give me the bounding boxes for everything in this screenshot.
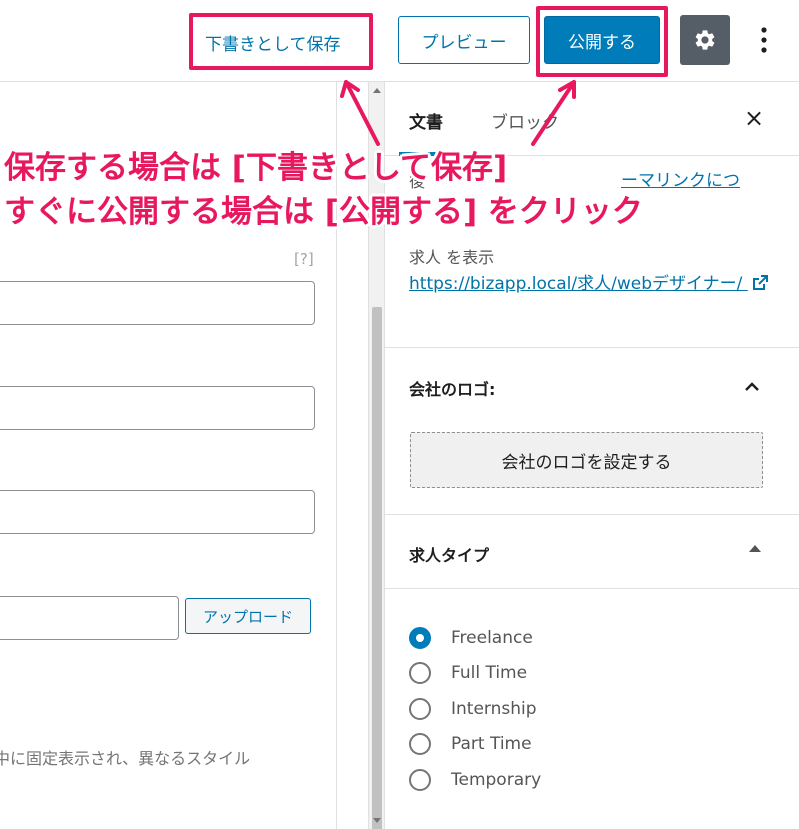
radio-label: Internship (451, 699, 537, 719)
set-company-logo-button[interactable]: 会社のロゴを設定する (410, 432, 763, 488)
permalink-url-text[interactable]: https://bizapp.local/求人/webデザイナー/ (409, 274, 742, 294)
help-mark[interactable]: [?] (294, 250, 314, 268)
close-sidebar-button[interactable]: × (743, 104, 765, 132)
logo-panel-title[interactable]: 会社のロゴ: (409, 376, 495, 400)
more-options-button[interactable] (752, 20, 776, 60)
job-type-panel-title[interactable]: 求人タイプ (409, 542, 489, 566)
job-type-option[interactable]: Full Time (409, 659, 527, 687)
radio-label: Freelance (451, 628, 533, 648)
annotation-text-line1: 保存する場合は [下書きとして保存] (4, 150, 508, 186)
editor-toolbar: 下書きとして保存 プレビュー 公開する (0, 0, 799, 82)
job-type-option[interactable]: Internship (409, 695, 537, 723)
panel-divider (385, 347, 799, 348)
external-link-icon (752, 275, 768, 290)
upload-url-field[interactable] (0, 596, 179, 640)
chevron-up-icon[interactable] (745, 380, 759, 394)
scroll-thumb[interactable] (372, 307, 382, 829)
text-field-1[interactable] (0, 281, 315, 325)
settings-button[interactable] (680, 15, 730, 65)
radio-unchecked[interactable] (409, 769, 431, 791)
collapse-triangle-icon[interactable] (749, 545, 761, 552)
job-type-option[interactable]: Part Time (409, 730, 532, 758)
radio-label: Full Time (451, 663, 528, 683)
radio-unchecked[interactable] (409, 662, 431, 684)
permalink-url-link[interactable]: https://bizapp.local/求人/webデザイナー/ (409, 270, 769, 298)
view-post-label: 求人 を表示 (409, 248, 495, 267)
text-field-2[interactable] (0, 386, 315, 430)
text-field-3[interactable] (0, 490, 315, 534)
job-type-option[interactable]: Freelance (409, 624, 533, 652)
scroll-up-arrow[interactable] (373, 88, 381, 93)
gear-icon (695, 30, 715, 50)
tab-document[interactable]: 文書 (409, 108, 443, 133)
highlight-publish (536, 6, 668, 77)
panel-divider (385, 588, 799, 589)
radio-unchecked[interactable] (409, 733, 431, 755)
scroll-down-arrow[interactable] (373, 818, 381, 823)
upload-button[interactable]: アップロード (185, 598, 311, 634)
job-type-option[interactable]: Temporary (409, 766, 541, 794)
radio-label: Part Time (451, 734, 532, 754)
preview-button[interactable]: プレビュー (398, 16, 530, 64)
highlight-save-draft (189, 13, 373, 70)
annotation-text-line2: すぐに公開する場合は [公開する] をクリック (4, 194, 643, 230)
field-description: 中に固定表示され、異なるスタイル (0, 749, 251, 768)
more-vertical-icon (761, 27, 767, 53)
radio-checked[interactable] (409, 627, 431, 649)
tab-block[interactable]: ブロック (491, 108, 559, 133)
radio-label: Temporary (451, 770, 542, 790)
radio-unchecked[interactable] (409, 698, 431, 720)
panel-divider (385, 514, 799, 515)
